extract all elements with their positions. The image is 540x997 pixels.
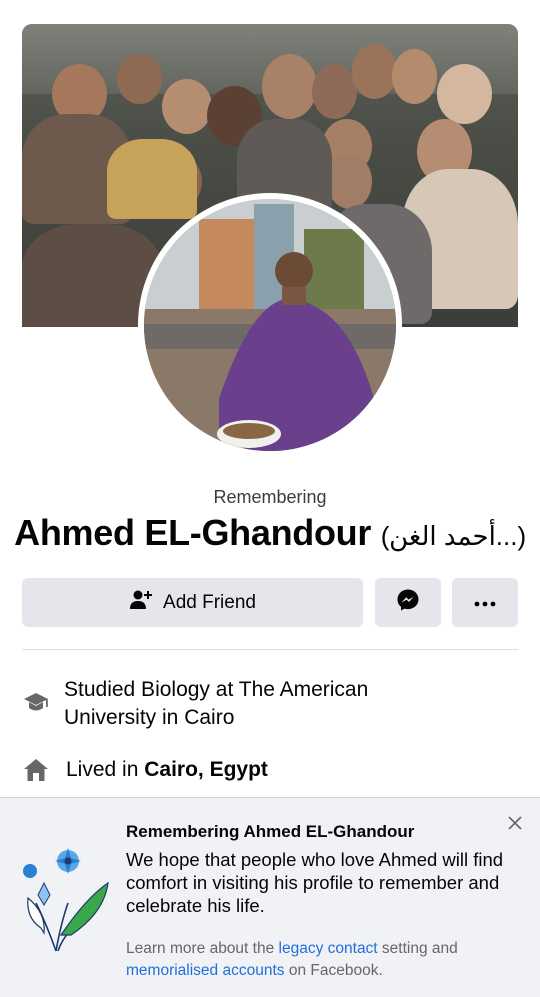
profile-name: Ahmed EL-Ghandour (أحمد الغن...) [0, 512, 540, 554]
divider [22, 649, 518, 650]
legacy-contact-link[interactable]: legacy contact [279, 940, 378, 957]
memorialised-accounts-link[interactable]: memorialised accounts [126, 962, 285, 979]
profile-name-latin: Ahmed EL-Ghandour [14, 512, 372, 553]
education-row: Studied Biology at The American Universi… [22, 676, 424, 732]
graduation-cap-icon [22, 688, 50, 716]
cover-figure [352, 44, 397, 99]
cover-figure [327, 154, 372, 209]
memorial-footnote: Learn more about the legacy contact sett… [126, 938, 516, 982]
footnote-text-1: Learn more about the [126, 940, 279, 957]
cover-figure [437, 64, 492, 124]
more-icon [474, 594, 496, 612]
profile-picture-image [144, 199, 396, 451]
flower-icon [16, 843, 116, 958]
education-text: Studied Biology at The American Universi… [64, 678, 369, 729]
memorial-title: Remembering Ahmed EL-Ghandour [126, 822, 415, 841]
cover-figure [117, 54, 162, 104]
lived-row: Lived in Cairo, Egypt [22, 756, 268, 784]
cover-figure [392, 49, 437, 104]
lived-place-link[interactable]: Cairo, Egypt [144, 758, 268, 781]
lived-prefix: Lived in [66, 758, 145, 781]
cover-figure [162, 79, 212, 134]
user-plus-icon [129, 588, 153, 618]
lived-text: Lived in Cairo, Egypt [66, 756, 268, 784]
close-icon[interactable] [506, 814, 524, 832]
footnote-text-2: setting and [377, 940, 458, 957]
remembering-label: Remembering [213, 487, 327, 507]
add-friend-label: Add Friend [163, 591, 256, 613]
cover-figure [262, 54, 317, 119]
profile-picture[interactable] [138, 193, 402, 457]
memorial-body: We hope that people who love Ahmed will … [126, 849, 504, 916]
profile-name-arabic: (أحمد الغن...) [380, 521, 526, 551]
add-friend-button[interactable]: Add Friend [22, 578, 363, 627]
messenger-icon [396, 588, 420, 617]
home-icon [22, 756, 50, 784]
profile-photo-illustration [144, 199, 396, 451]
memorial-banner: Remembering Ahmed EL-Ghandour We hope th… [0, 797, 540, 997]
cover-figure-body [107, 139, 197, 219]
footnote-text-3: on Facebook. [284, 962, 383, 979]
message-button[interactable] [375, 578, 441, 627]
more-options-button[interactable] [452, 578, 518, 627]
cover-figure [312, 64, 357, 119]
